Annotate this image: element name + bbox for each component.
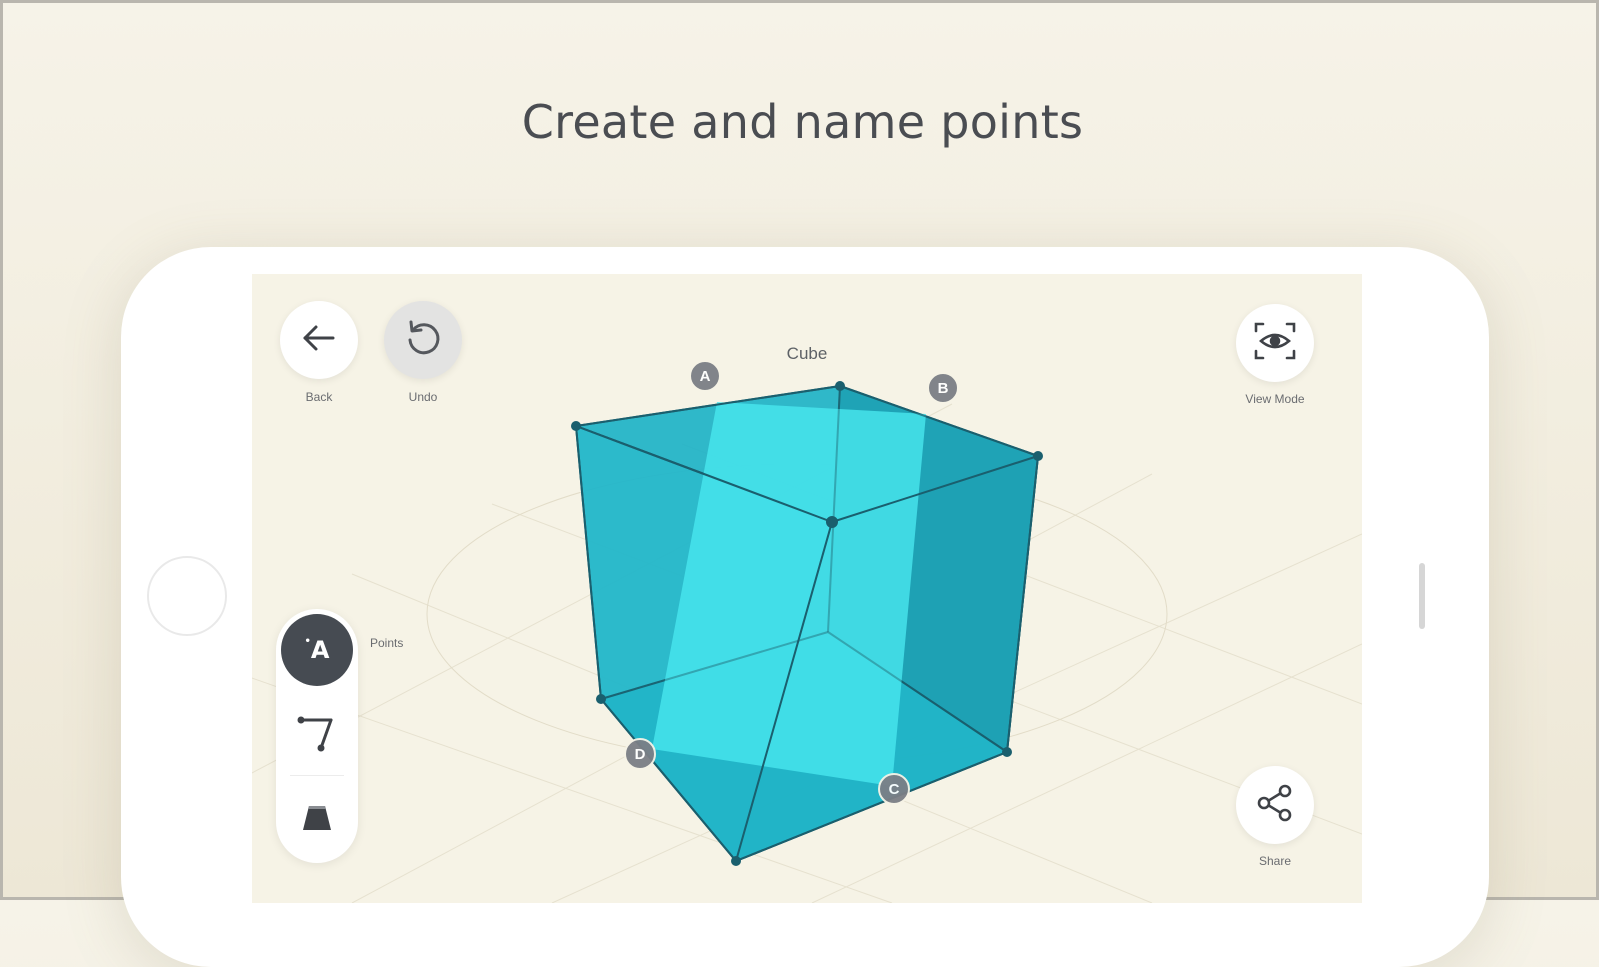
share-button[interactable] <box>1236 766 1314 844</box>
tool-palette: •A <box>276 609 358 863</box>
point-label-icon: •A <box>304 636 330 664</box>
line-tool-button[interactable] <box>281 699 353 771</box>
undo-button[interactable] <box>384 301 462 379</box>
vertex <box>1002 747 1012 757</box>
vertex <box>571 421 581 431</box>
point-label-c[interactable]: C <box>878 773 910 805</box>
tool-divider <box>290 775 344 776</box>
undo-icon <box>401 316 445 365</box>
arrow-left-icon <box>297 316 341 365</box>
back-button[interactable] <box>280 301 358 379</box>
page-headline: Create and name points <box>521 95 1084 149</box>
vertex <box>835 381 845 391</box>
eye-icon <box>1250 316 1300 371</box>
share-icon <box>1252 780 1298 831</box>
vertex <box>596 694 606 704</box>
vertex <box>826 516 838 528</box>
view-mode-button[interactable] <box>1236 304 1314 382</box>
vertex <box>731 856 741 866</box>
points-tool-button[interactable]: •A <box>281 614 353 686</box>
point-label-d[interactable]: D <box>624 738 656 770</box>
solid-tool-button[interactable] <box>281 784 353 856</box>
point-label-a[interactable]: A <box>689 360 721 392</box>
solid-shape-icon <box>295 796 339 845</box>
active-tool-label: Points <box>370 636 404 650</box>
share-label: Share <box>1258 854 1292 868</box>
app-screen: A B C D Cube Back Undo View Mode Share •… <box>252 274 1362 903</box>
back-label: Back <box>305 390 333 404</box>
vertex <box>1033 451 1043 461</box>
undo-label: Undo <box>408 390 438 404</box>
cube-shape <box>575 385 1039 862</box>
point-label-b[interactable]: B <box>927 372 959 404</box>
phone-home-button <box>147 556 227 636</box>
line-tool-icon <box>295 711 339 760</box>
shape-title: Cube <box>786 344 828 363</box>
view-mode-label: View Mode <box>1245 392 1305 406</box>
phone-speaker-slot <box>1419 563 1425 629</box>
